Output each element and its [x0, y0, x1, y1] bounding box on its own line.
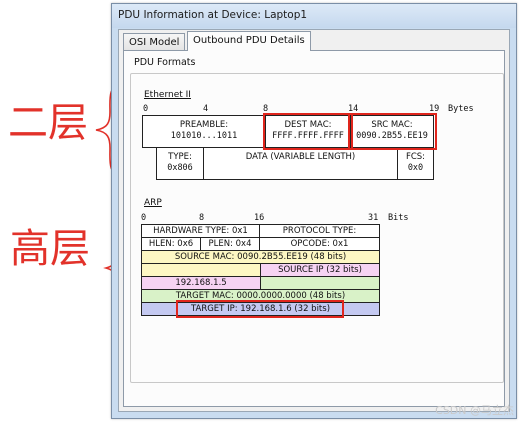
arp-protocol-type: PROTOCOL TYPE:	[259, 224, 380, 238]
outbound-pdu-details-panel: PDU Formats Ethernet II 0 4 8 14 19 Byte…	[123, 50, 505, 407]
arp-plen: PLEN: 0x4	[200, 237, 260, 251]
preamble-label: PREAMBLE:	[179, 120, 229, 130]
arp-opcode: OPCODE: 0x1	[259, 237, 380, 251]
arp-ruler-0: 0	[141, 213, 147, 223]
layer2-annotation: 二层	[8, 100, 88, 146]
arp-source-ip-label: SOURCE IP (32 bits)	[260, 263, 380, 277]
dest-mac-highlight	[263, 113, 353, 150]
pdu-information-window: PDU Information at Device: Laptop1 OSI M…	[111, 3, 517, 419]
arp-source-mac: SOURCE MAC: 0090.2B55.EE19 (48 bits)	[141, 250, 380, 264]
ethernet-ii-title: Ethernet II	[144, 90, 191, 100]
arp-title: ARP	[144, 198, 162, 208]
eth-ruler-4: 4	[203, 104, 209, 114]
arp-ruler-unit: Bits	[388, 213, 409, 223]
upper-layer-annotation: 高层	[10, 226, 90, 272]
fcs-value: 0x0	[407, 163, 424, 173]
data-label: DATA (VARIABLE LENGTH)	[245, 152, 356, 162]
eth-ruler-0: 0	[143, 104, 149, 114]
preamble-value: 101010...1011	[170, 131, 238, 141]
tab-outbound-pdu-details[interactable]: Outbound PDU Details	[187, 31, 311, 51]
eth-data-field: DATA (VARIABLE LENGTH)	[203, 147, 398, 180]
src-mac-highlight	[348, 113, 437, 150]
arp-hlen: HLEN: 0x6	[141, 237, 201, 251]
type-label: TYPE:	[168, 152, 192, 162]
eth-ruler-unit: Bytes	[448, 104, 474, 114]
target-ip-highlight	[176, 300, 344, 318]
arp-source-mac-tail	[141, 263, 261, 277]
arp-hardware-type: HARDWARE TYPE: 0x1	[141, 224, 260, 238]
arp-target-mac-head	[260, 276, 380, 290]
eth-preamble-field: PREAMBLE: 101010...1011	[142, 115, 266, 148]
tab-osi-model[interactable]: OSI Model	[123, 33, 186, 51]
eth-fcs-field: FCS: 0x0	[397, 147, 434, 180]
arp-ruler-8: 8	[199, 213, 205, 223]
arp-ruler-16: 16	[254, 213, 265, 223]
window-client-area: OSI Model Outbound PDU Details PDU Forma…	[118, 29, 510, 412]
eth-type-field: TYPE: 0x806	[156, 147, 204, 180]
arp-source-ip-value: 192.168.1.5	[141, 276, 261, 290]
arp-ruler-31: 31	[368, 213, 379, 223]
tab-label: Outbound PDU Details	[193, 35, 305, 46]
watermark: CSDN @马立杰	[435, 404, 514, 417]
window-titlebar[interactable]: PDU Information at Device: Laptop1	[112, 4, 516, 28]
window-title: PDU Information at Device: Laptop1	[118, 9, 308, 21]
type-value: 0x806	[167, 163, 193, 173]
fcs-label: FCS:	[405, 152, 426, 162]
pdu-formats-label: PDU Formats	[134, 57, 196, 68]
tab-label: OSI Model	[129, 37, 180, 48]
